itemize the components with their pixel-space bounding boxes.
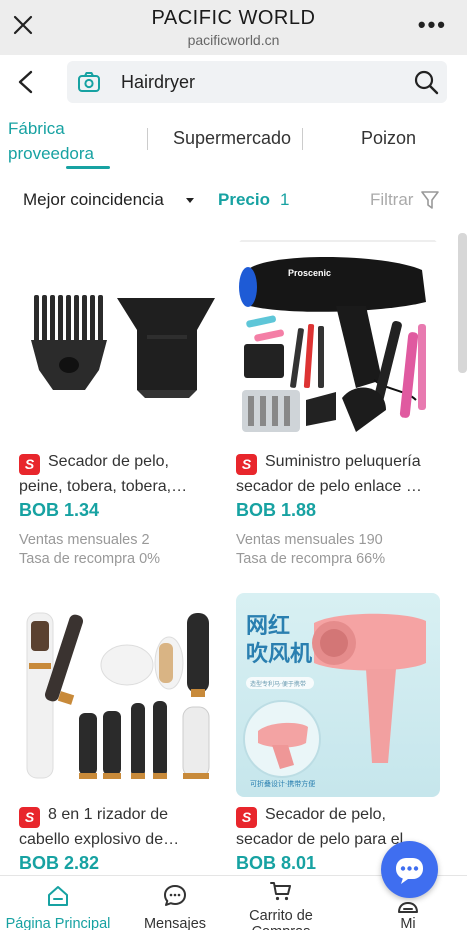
monthly-sales: Ventas mensuales 190	[236, 532, 383, 548]
hairdryer-kit-image: Proscenic	[236, 240, 440, 432]
tab-supermercado[interactable]: Supermercado	[173, 128, 291, 149]
source-tabs: Fábrica proveedora Supermercado Poizon	[0, 110, 467, 169]
nav-label: Página Principal	[5, 916, 111, 930]
price-sort-indicator: 1	[280, 190, 290, 209]
caret-down-icon[interactable]	[186, 198, 194, 203]
tab-divider	[302, 128, 303, 150]
product-price: BOB 2.82	[19, 853, 100, 873]
chat-bubble-icon	[396, 858, 423, 884]
price-sort-button[interactable]: Precio	[218, 190, 270, 210]
home-icon[interactable]	[46, 884, 70, 908]
tab-label-line1: Fábrica	[8, 119, 65, 138]
product-image[interactable]	[19, 593, 223, 797]
product-name-line2: peine, tobera, tobera,…	[19, 478, 188, 495]
supplier-badge: S	[236, 454, 257, 475]
chat-icon[interactable]	[163, 884, 187, 908]
browser-header: PACIFIC WORLD pacificworld.cn •••	[0, 0, 467, 55]
search-icon[interactable]	[413, 69, 439, 95]
product-image[interactable]: 网红 吹风机 造型专利马·便于携带 可折叠设计·携带方便	[236, 593, 440, 797]
supplier-badge: S	[236, 807, 257, 828]
funnel-icon[interactable]	[421, 190, 439, 210]
multi-styler-image	[26, 612, 210, 779]
nav-cart[interactable]: Carrito de Compras	[226, 876, 336, 930]
product-price: BOB 1.88	[236, 500, 317, 520]
product-name[interactable]: S 8 en 1 rizador de cabello explosivo de…	[19, 803, 223, 851]
product-name-line1: Suministro peluquería	[265, 453, 421, 470]
product-name[interactable]: S Suministro peluquería secador de pelo e…	[236, 450, 440, 498]
repurchase-rate: Tasa de recompra 0%	[19, 551, 161, 567]
product-name-line1: Secador de pelo,	[265, 806, 386, 823]
search-input[interactable]: Hairdryer	[67, 61, 447, 103]
active-tab-indicator	[66, 166, 110, 169]
product-name-line2: secador de pelo enlace …	[236, 478, 422, 495]
product-image[interactable]	[19, 240, 223, 444]
filter-bar: Mejor coincidencia Precio 1 Filtrar	[0, 178, 467, 222]
tab-fabrica-proveedora[interactable]: Fábrica proveedora	[8, 116, 118, 169]
product-name-line1: Secador de pelo,	[48, 453, 169, 470]
scrollbar[interactable]	[458, 233, 467, 373]
nav-messages[interactable]: Mensajes	[120, 876, 230, 930]
comb-and-nozzle-image	[31, 295, 215, 398]
nav-label: Mensajes	[143, 916, 207, 930]
image-text-line1: 网红	[246, 613, 290, 639]
cart-icon[interactable]	[269, 879, 293, 903]
brand-text: Proscenic	[288, 268, 331, 278]
customer-service-button[interactable]	[381, 841, 438, 898]
camera-search-icon[interactable]	[77, 70, 101, 94]
monthly-sales: Ventas mensuales 2	[19, 532, 150, 548]
filter-button[interactable]: Filtrar	[370, 190, 413, 210]
product-name-line1: 8 en 1 rizador de	[48, 806, 169, 823]
pink-hairdryer-image: 网红 吹风机 造型专利马·便于携带 可折叠设计·携带方便	[243, 613, 426, 788]
page-title: PACIFIC WORLD	[151, 7, 316, 29]
search-row: Hairdryer	[0, 55, 467, 110]
product-name-line2: cabello explosivo de…	[19, 831, 180, 848]
repurchase-rate: Tasa de recompra 66%	[236, 551, 386, 567]
supplier-badge: S	[19, 807, 40, 828]
product-image[interactable]: Proscenic	[236, 240, 440, 444]
more-options-icon[interactable]: •••	[418, 14, 447, 36]
image-text-line2: 吹风机	[246, 641, 312, 667]
search-query: Hairdryer	[121, 72, 196, 92]
nav-label: Carrito de Compras	[249, 908, 313, 930]
tab-label-line2: proveedora	[8, 144, 95, 163]
tab-poizon[interactable]: Poizon	[361, 128, 416, 149]
back-arrow-icon[interactable]	[14, 69, 38, 95]
product-price: BOB 8.01	[236, 853, 317, 873]
tab-divider	[147, 128, 148, 150]
nav-home[interactable]: Página Principal	[3, 876, 113, 930]
page-url: pacificworld.cn	[187, 32, 280, 48]
image-small-text: 造型专利马·便于携带	[250, 680, 306, 688]
sort-dropdown[interactable]: Mejor coincidencia	[23, 190, 164, 210]
product-price: BOB 1.34	[19, 500, 100, 520]
nav-label: Mi	[400, 916, 416, 930]
image-bottom-text: 可折叠设计·携带方便	[250, 779, 315, 788]
product-name[interactable]: S Secador de pelo, peine, tobera, tobera,…	[19, 450, 223, 498]
supplier-badge: S	[19, 454, 40, 475]
